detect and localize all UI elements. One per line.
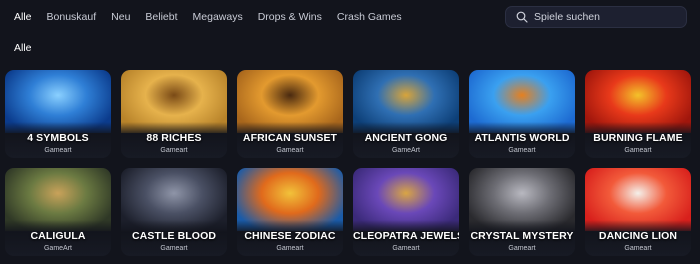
game-provider: Gameart — [624, 245, 652, 252]
game-title: CALIGULA — [30, 230, 86, 242]
section-title: Alle — [14, 42, 32, 54]
game-provider: Gameart — [160, 147, 188, 154]
game-card[interactable]: 4 SYMBOLS Gameart — [5, 70, 111, 158]
top-navigation: Alle Bonuskauf Neu Beliebt Megaways Drops & W… — [0, 0, 700, 34]
game-title: CLEOPATRA JEWELS — [353, 230, 459, 242]
game-card[interactable]: CASTLE BLOOD Gameart — [121, 168, 227, 256]
search-icon — [516, 11, 528, 23]
game-title: CRYSTAL MYSTERY — [470, 230, 574, 242]
search-input[interactable] — [534, 11, 674, 23]
game-provider: Gameart — [276, 245, 304, 252]
game-card[interactable]: 88 RICHES Gameart — [121, 70, 227, 158]
search-box[interactable] — [505, 6, 687, 28]
game-title: 88 RICHES — [146, 132, 202, 144]
game-title: ANCIENT GONG — [364, 132, 448, 144]
game-provider: Gameart — [160, 245, 188, 252]
game-card[interactable]: CRYSTAL MYSTERY Gameart — [469, 168, 575, 256]
game-card[interactable]: DANCING LION Gameart — [585, 168, 691, 256]
game-title: ATLANTIS WORLD — [474, 132, 570, 144]
game-title: 4 SYMBOLS — [27, 132, 89, 144]
tab-alle[interactable]: Alle — [14, 11, 32, 23]
game-title: BURNING FLAME — [593, 132, 683, 144]
game-card[interactable]: ANCIENT GONG GameArt — [353, 70, 459, 158]
game-card[interactable]: ATLANTIS WORLD Gameart — [469, 70, 575, 158]
category-tabs: Alle Bonuskauf Neu Beliebt Megaways Drops & W… — [14, 11, 417, 23]
game-provider: Gameart — [508, 147, 536, 154]
game-provider: Gameart — [276, 147, 304, 154]
game-provider: Gameart — [44, 147, 72, 154]
game-title: CHINESE ZODIAC — [244, 230, 336, 242]
game-grid: 4 SYMBOLS Gameart 88 RICHES Gameart AFRICAN … — [5, 70, 691, 256]
game-provider: Gameart — [508, 245, 536, 252]
game-provider: GameArt — [391, 147, 420, 154]
tab-drops-wins[interactable]: Drops & Wins — [258, 11, 322, 23]
game-card[interactable]: CHINESE ZODIAC Gameart — [237, 168, 343, 256]
tab-megaways[interactable]: Megaways — [193, 11, 243, 23]
game-provider: Gameart — [624, 147, 652, 154]
game-title: CASTLE BLOOD — [131, 230, 217, 242]
game-title: DANCING LION — [598, 230, 678, 242]
tab-bonuskauf[interactable]: Bonuskauf — [47, 11, 97, 23]
game-card[interactable]: CLEOPATRA JEWELS Gameart — [353, 168, 459, 256]
tab-neu[interactable]: Neu — [111, 11, 130, 23]
game-card[interactable]: CALIGULA GameArt — [5, 168, 111, 256]
tab-beliebt[interactable]: Beliebt — [145, 11, 177, 23]
game-card[interactable]: AFRICAN SUNSET Gameart — [237, 70, 343, 158]
tab-crash-games[interactable]: Crash Games — [337, 11, 402, 23]
game-provider: Gameart — [392, 245, 420, 252]
game-provider: GameArt — [43, 245, 72, 252]
game-card[interactable]: BURNING FLAME Gameart — [585, 70, 691, 158]
game-title: AFRICAN SUNSET — [242, 132, 338, 144]
